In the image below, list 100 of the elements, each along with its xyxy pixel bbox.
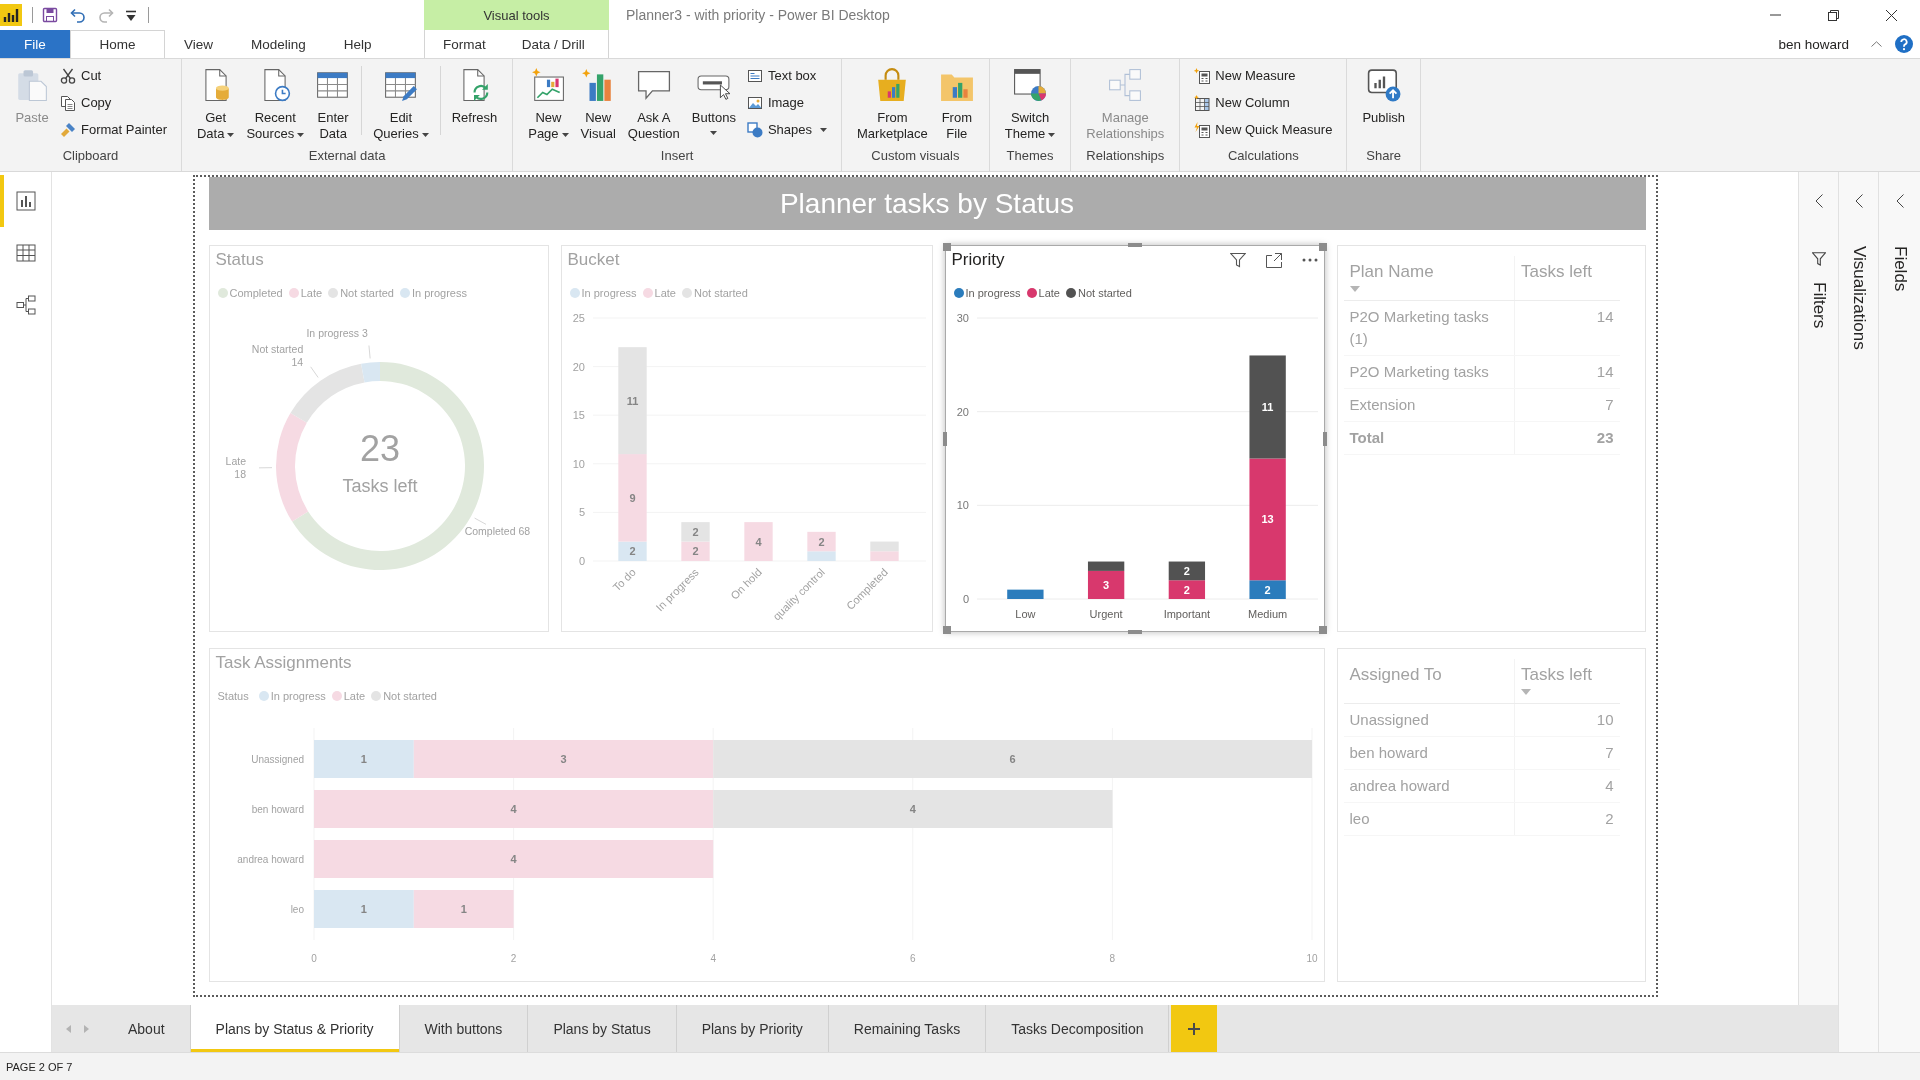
resize-handle[interactable] (942, 243, 951, 251)
ribbon-button[interactable]: Buttons (685, 62, 742, 143)
resize-handle[interactable] (942, 626, 951, 634)
file-menu-tab[interactable]: File (0, 30, 70, 58)
ribbon-button[interactable]: New Measure (1189, 63, 1338, 88)
minimize-icon[interactable] (1769, 14, 1781, 16)
text-box-icon (746, 67, 763, 84)
legend-title: Status (217, 690, 249, 702)
data-label: 2 (1183, 583, 1190, 596)
ribbon-tab[interactable]: Format (425, 30, 504, 58)
chart-bar (680, 541, 710, 561)
resize-handle[interactable] (1127, 630, 1142, 634)
data-label: 3 (1102, 578, 1109, 591)
ribbon-button[interactable]: Copy (55, 90, 172, 115)
data-label: 2 (1264, 583, 1271, 596)
axis-label: 2 (510, 953, 516, 964)
ribbon-tab[interactable]: Data / Drill (503, 30, 603, 58)
ribbon-button[interactable]: Get Data (191, 62, 241, 143)
table-cell: P2O Marketing tasks (1) (1349, 307, 1489, 347)
caret-down-icon (297, 132, 305, 137)
table-icon (15, 243, 36, 263)
ribbon-button[interactable]: Enter Data (310, 62, 357, 143)
restore-icon[interactable] (1827, 9, 1839, 21)
ribbon-group-label: Clipboard (61, 147, 120, 165)
paintbrush-icon (60, 121, 76, 138)
ribbon-tab[interactable]: Modeling (232, 30, 325, 58)
resize-handle[interactable] (942, 431, 947, 446)
data-label: 4 (754, 535, 762, 548)
chevron-up-icon[interactable] (1871, 41, 1882, 47)
calculator-icon (1194, 67, 1211, 84)
plus-icon (1188, 1022, 1201, 1035)
chevron-left-icon[interactable] (1854, 194, 1863, 208)
category-label: Medium (1247, 608, 1287, 620)
caret-right-icon[interactable] (83, 1024, 89, 1033)
legend-label: Not started (340, 287, 394, 299)
table-cell: 14 (1596, 307, 1614, 325)
visual-title: Task Assignments (215, 653, 352, 673)
ribbon-button[interactable]: New Quick Measure (1189, 117, 1338, 142)
page-tab[interactable]: Plans by Status & Priority (190, 1005, 400, 1052)
axis-label: 10 (956, 499, 969, 512)
table-cell: 7 (1605, 395, 1614, 413)
filter-icon[interactable] (1229, 252, 1246, 268)
clipboard-icon (15, 68, 49, 102)
visual-title: Priority (951, 250, 1005, 270)
ribbon-button[interactable]: Refresh (445, 62, 504, 143)
total-cell: Total (1349, 428, 1385, 446)
calculator-bolt-icon (1194, 121, 1211, 138)
chevron-left-icon[interactable] (1814, 194, 1823, 208)
diagram-icon (15, 295, 36, 315)
ribbon-tab[interactable]: Help (324, 30, 391, 58)
ribbon-button[interactable]: Image (741, 90, 832, 115)
caret-left-icon[interactable] (66, 1024, 72, 1033)
pane-title[interactable]: Visualizations (1848, 246, 1869, 350)
ribbon-button[interactable]: New Column (1189, 90, 1338, 115)
table-cell: 2 (1605, 809, 1614, 827)
table-cell: Extension (1349, 395, 1416, 413)
page-indicator: PAGE 2 OF 7 (6, 1060, 73, 1073)
ribbon-button[interactable]: From File (933, 62, 980, 143)
ribbon-button[interactable]: Publish (1356, 62, 1412, 143)
resize-handle[interactable] (1127, 243, 1142, 247)
ribbon-button[interactable]: New Page (522, 62, 575, 143)
expand-icon[interactable] (1265, 252, 1282, 268)
caret-down-icon (820, 127, 827, 132)
axis-label: 4 (709, 953, 716, 964)
table-cell: Unassigned (1349, 710, 1429, 728)
legend-label: In progress (411, 287, 467, 299)
legend-label: Late (343, 690, 366, 702)
ribbon-tab[interactable]: Home (70, 30, 165, 58)
ribbon-button[interactable]: Edit Queries (367, 62, 435, 143)
save-icon[interactable] (42, 7, 58, 23)
resize-handle[interactable] (1322, 431, 1327, 446)
axis-label: 10 (572, 457, 585, 470)
more-icon[interactable] (1301, 258, 1318, 262)
ribbon-tab[interactable]: View (165, 30, 233, 58)
undo-icon[interactable] (70, 7, 86, 23)
caret-down-icon (421, 132, 429, 137)
chevron-left-icon[interactable] (1895, 194, 1904, 208)
ribbon-button[interactable]: Ask A Question (621, 62, 686, 143)
pane-title[interactable]: Fields (1889, 246, 1910, 292)
pane-title[interactable]: Filters (1808, 282, 1829, 329)
ribbon-button[interactable]: Shapes (741, 117, 832, 142)
ribbon-button[interactable]: Cut (55, 63, 172, 88)
legend-label: Not started (693, 287, 748, 299)
close-icon[interactable] (1885, 9, 1897, 21)
chart-bar (1006, 589, 1044, 599)
ribbon-button[interactable]: Recent Sources (240, 62, 311, 143)
ribbon-button[interactable]: Text box (741, 63, 832, 88)
ribbon-button[interactable]: New Visual (574, 62, 622, 143)
ribbon-button[interactable]: From Marketplace (851, 62, 934, 143)
legend-label: Late (1038, 287, 1060, 299)
ribbon-button[interactable]: Format Painter (55, 117, 172, 142)
caret-down-icon (710, 131, 718, 135)
ribbon-button[interactable]: Switch Theme (998, 62, 1062, 143)
data-label: 6 (1009, 753, 1016, 765)
resize-handle[interactable] (1318, 626, 1327, 634)
resize-handle[interactable] (1318, 243, 1327, 251)
chart-page-icon (531, 68, 566, 102)
data-label: 11 (1261, 401, 1273, 413)
help-icon[interactable] (1895, 35, 1913, 53)
category-label: Urgent (1089, 608, 1123, 620)
